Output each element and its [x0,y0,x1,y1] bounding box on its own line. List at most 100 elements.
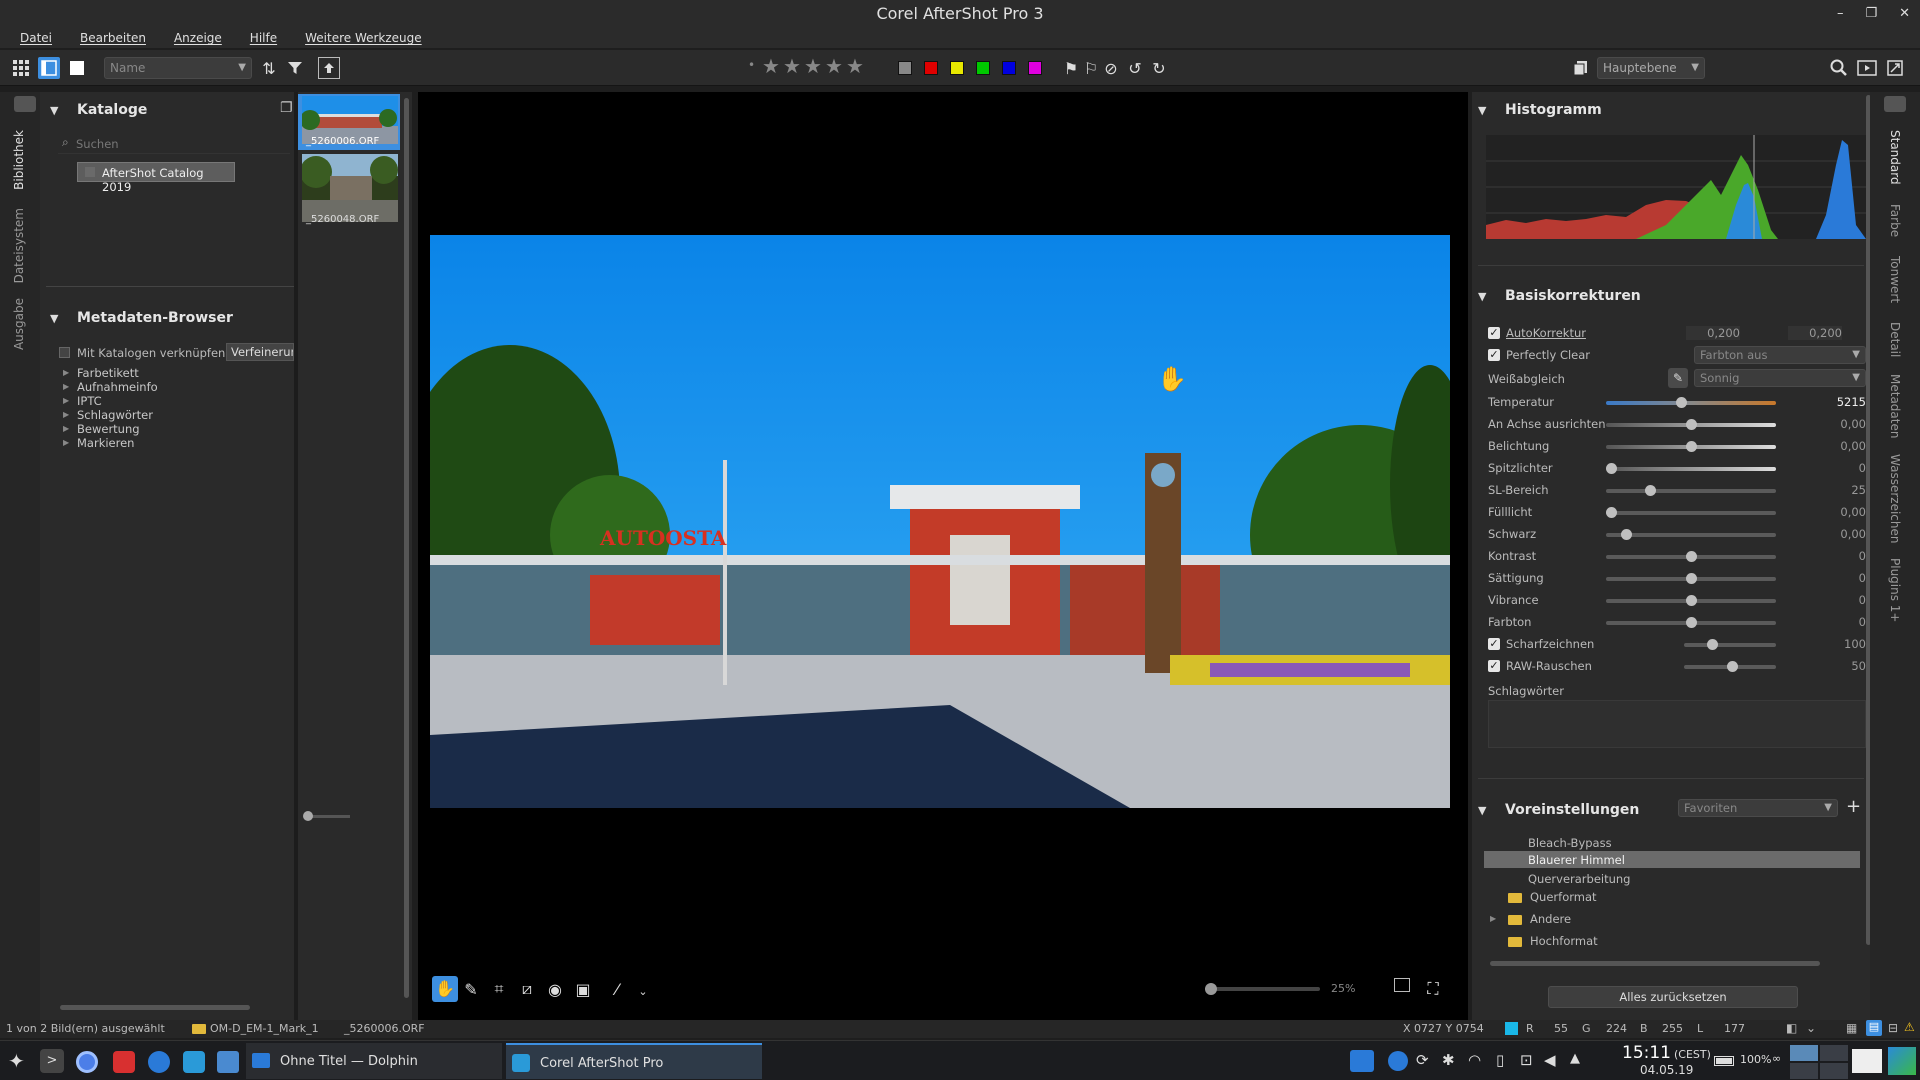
catalog-item[interactable]: AfterShot Catalog 2019 [77,162,235,194]
expand-icon[interactable]: ▶ [63,438,69,447]
left-panel-toggle[interactable] [14,96,36,112]
preset-folder[interactable]: Andere [1530,912,1571,926]
refine-button[interactable]: Verfeinerun [226,343,294,361]
close-icon[interactable]: ✕ [1899,0,1910,28]
star-icon[interactable]: ★ [846,54,864,78]
monitor-icon[interactable] [217,1051,239,1073]
desktop-2[interactable] [1820,1045,1848,1061]
tray-expand-icon[interactable]: ▲ [1570,1051,1580,1066]
volume-icon[interactable]: ◀ [1544,1051,1556,1069]
tab-plugins[interactable]: Plugins 1+ [1888,558,1902,623]
star-icon[interactable]: ★ [783,54,801,78]
tree-item-bewertung[interactable]: Bewertung [77,422,140,436]
collapse-icon[interactable]: ▼ [1478,804,1486,817]
new-catalog-icon[interactable]: ❐ [280,100,293,116]
grid-view-icon[interactable] [10,57,32,79]
adjustment-slider[interactable] [1606,507,1776,518]
preset-item[interactable]: Querverarbeitung [1528,872,1630,886]
single-view-icon[interactable] [66,57,88,79]
adjustment-slider[interactable] [1606,595,1776,606]
tab-dateisystem[interactable]: Dateisystem [12,208,26,283]
star-icon[interactable]: ★ [825,54,843,78]
horizontal-scrollbar[interactable] [60,1005,250,1010]
menu-datei[interactable]: Datei [20,28,52,48]
aftershot-icon[interactable] [183,1051,205,1073]
eyedropper-icon[interactable]: ✎ [1668,368,1688,388]
adjustment-slider[interactable] [1606,573,1776,584]
chevron-down-icon[interactable]: ⌄ [1806,1021,1816,1035]
flag-outline-icon[interactable]: ⚐ [1080,57,1102,79]
slider-value[interactable]: 0,00 [1810,505,1866,519]
collapse-icon[interactable]: ▼ [1478,104,1486,117]
tab-detail[interactable]: Detail [1888,322,1902,357]
autocorrect-value-2[interactable]: 0,200 [1788,326,1842,340]
raw-noise-checkbox[interactable]: ✓ [1488,660,1500,672]
adjustment-slider[interactable] [1606,529,1776,540]
autocorrect-value-1[interactable]: 0,200 [1686,326,1740,340]
terminal-icon[interactable]: > [40,1049,64,1073]
tree-item-markieren[interactable]: Markieren [77,436,134,450]
tab-farbe[interactable]: Farbe [1888,204,1902,237]
sort-select[interactable]: Name ▼ [104,57,252,79]
eyedropper-icon[interactable]: ✎ [460,978,482,1000]
hand-tool-icon[interactable]: ✋ [432,976,458,1002]
zoom-slider[interactable] [1205,983,1320,995]
tree-item-farbetikett[interactable]: Farbetikett [77,366,139,380]
unflag-icon[interactable]: ⊘ [1100,57,1122,79]
clipboard-icon[interactable]: ▯ [1496,1051,1504,1069]
fullscreen-icon[interactable] [1884,57,1906,79]
expand-icon[interactable]: ▶ [63,396,69,405]
slider-handle[interactable] [1686,595,1697,606]
tree-item-iptc[interactable]: IPTC [77,394,102,408]
split-view-icon[interactable] [38,57,60,79]
battery-icon[interactable] [1714,1056,1734,1066]
link-catalogs-checkbox[interactable] [59,347,70,358]
slider-value[interactable]: 0 [1810,549,1866,563]
collapse-icon[interactable]: ▼ [50,104,58,117]
slider-value[interactable]: 0 [1810,571,1866,585]
display-settings-icon[interactable]: ◧ [1786,1021,1797,1035]
star-icon[interactable]: ★ [762,54,780,78]
preset-item[interactable]: Bleach-Bypass [1528,836,1612,850]
slider-handle[interactable] [303,811,313,821]
sharpen-checkbox[interactable]: ✓ [1488,638,1500,650]
browser-icon[interactable] [76,1051,98,1073]
menu-weitere-werkzeuge[interactable]: Weitere Werkzeuge [305,28,422,48]
slider-value[interactable]: 5215 [1810,395,1866,409]
slider-handle[interactable] [1706,639,1718,650]
lock-icon[interactable]: ⊡ [1520,1051,1533,1069]
slider-handle[interactable] [1686,441,1697,452]
teamviewer-icon[interactable] [148,1051,170,1073]
slider-value[interactable]: 0,00 [1810,417,1866,431]
slider-handle[interactable] [1686,573,1697,584]
catalog-search[interactable]: ⌕ Suchen [58,134,290,154]
compare-icon[interactable]: ⊟ [1888,1021,1898,1035]
slideshow-icon[interactable] [1856,57,1878,79]
keywords-field[interactable] [1488,700,1866,748]
horizontal-scrollbar[interactable] [1490,961,1820,966]
slider-value[interactable]: 0,00 [1810,527,1866,541]
heal-icon[interactable]: ▣ [572,978,594,1000]
color-label-swatch[interactable] [1002,61,1016,75]
layers-icon[interactable] [1570,57,1592,79]
expand-icon[interactable]: ▶ [1490,914,1496,923]
flag-icon[interactable]: ⚑ [1060,57,1082,79]
menu-bearbeiten[interactable]: Bearbeiten [80,28,146,48]
tab-standard[interactable]: Standard [1888,130,1902,185]
task-aftershot[interactable]: Corel AfterShot Pro [506,1043,762,1079]
tab-metadaten[interactable]: Metadaten [1888,374,1902,438]
slider-value[interactable]: 0 [1810,593,1866,607]
tree-item-schlagwoerter[interactable]: Schlagwörter [77,408,153,422]
tab-tonwert[interactable]: Tonwert [1888,256,1902,303]
reset-all-button[interactable]: Alles zurücksetzen [1548,986,1798,1008]
warning-icon[interactable]: ⚠ [1904,1020,1915,1034]
perfectly-clear-checkbox[interactable]: ✓ [1488,349,1500,361]
sync-icon[interactable]: ⟳ [1416,1051,1429,1069]
chevron-down-icon[interactable]: ⌄ [632,980,654,1002]
collapse-icon[interactable]: ▼ [1478,290,1486,303]
expand-icon[interactable]: ▶ [63,368,69,377]
star-icon[interactable]: ★ [804,54,822,78]
minimize-icon[interactable]: – [1837,0,1844,28]
desktop-4[interactable] [1820,1063,1848,1079]
layer-select[interactable]: Hauptebene ▼ [1597,57,1705,79]
